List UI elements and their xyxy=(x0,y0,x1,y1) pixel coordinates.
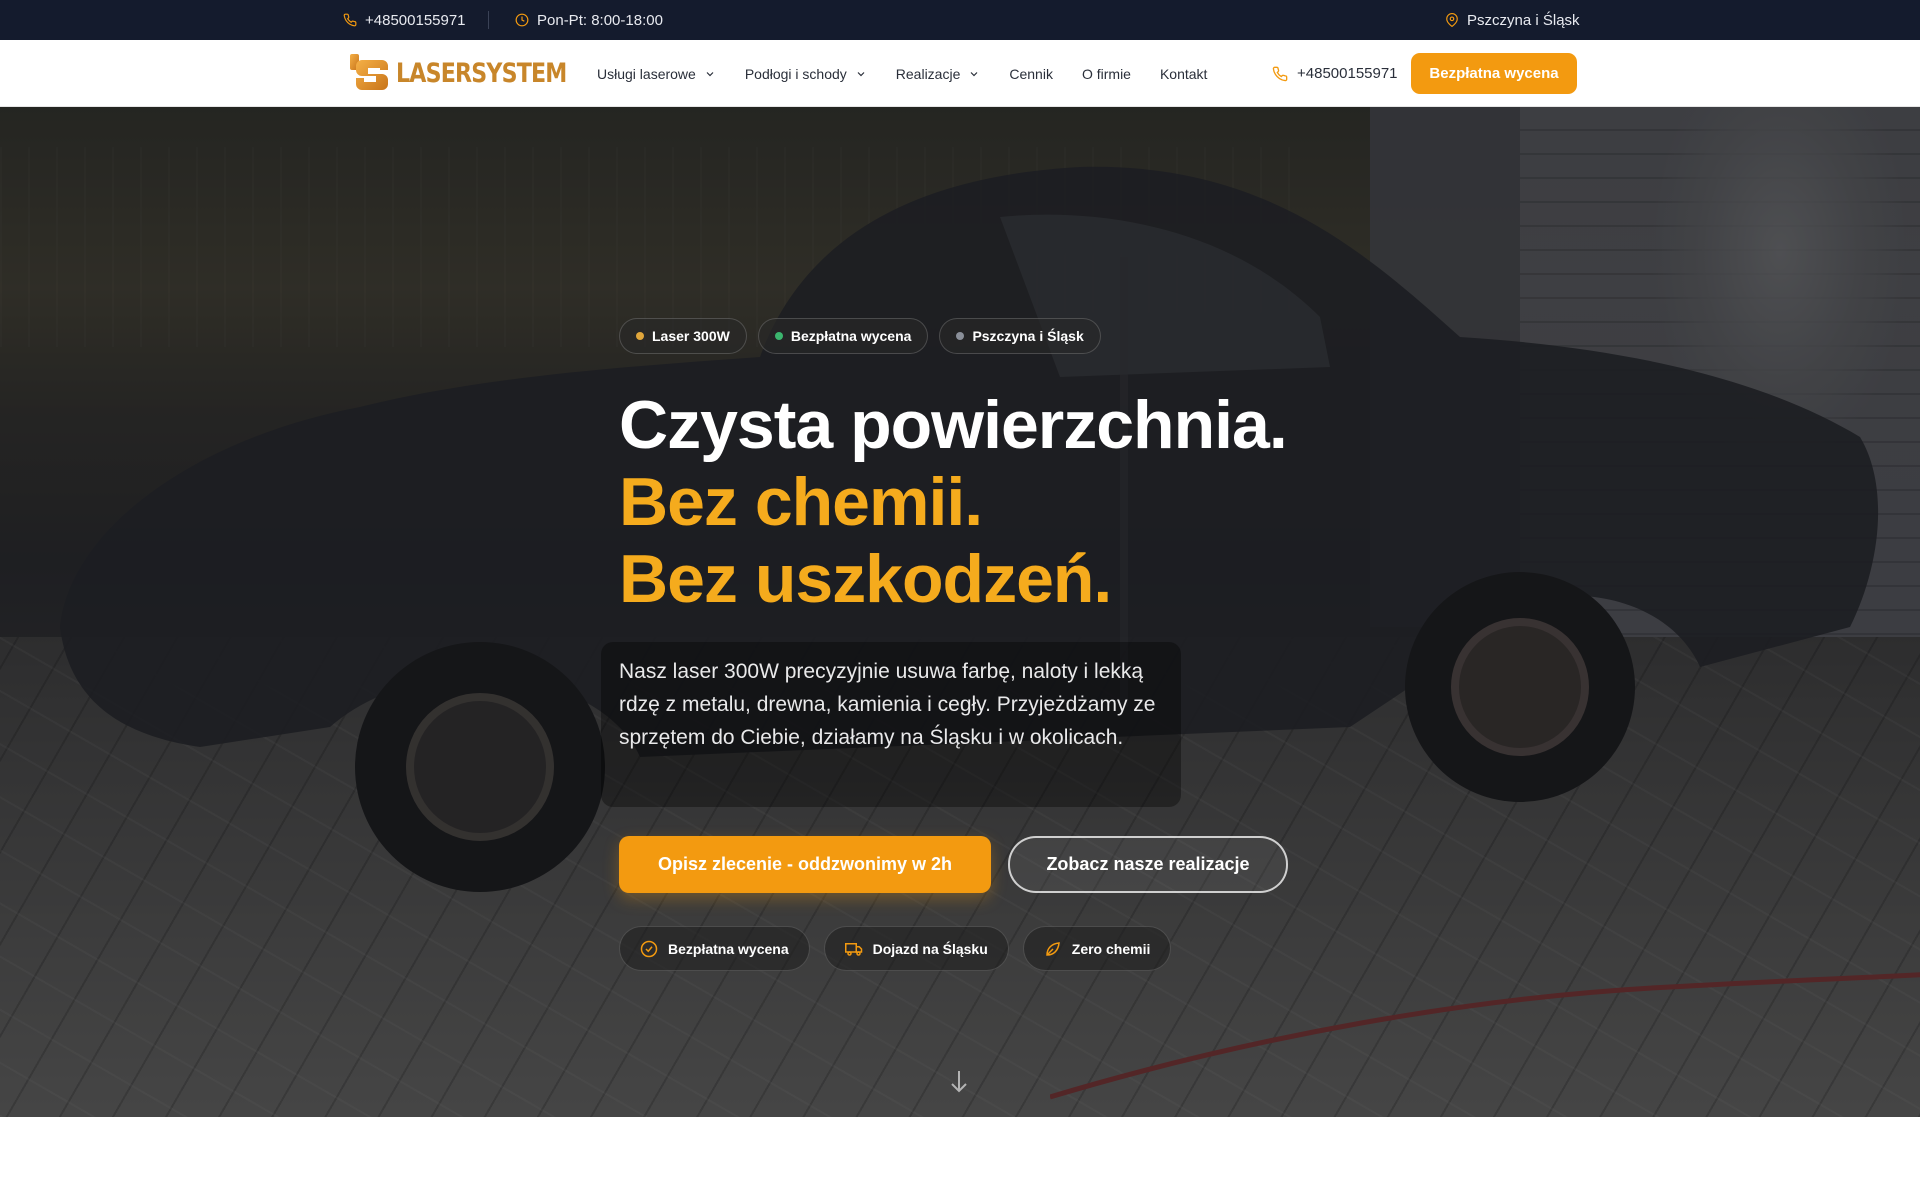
headline-line-1: Czysta powierzchnia. xyxy=(619,387,1288,463)
headline-line-3: Bez uszkodzeń. xyxy=(619,541,1112,617)
leaf-icon xyxy=(1046,941,1060,956)
feature-label: Dojazd na Śląsku xyxy=(872,940,988,957)
clock-icon xyxy=(515,13,529,27)
nav-phone-text: +48500155971 xyxy=(1297,65,1398,82)
hero-section: Laser 300W Bezpłatna wycena Pszczyna i Ś… xyxy=(0,107,1920,1117)
topbar-phone-text: +48500155971 xyxy=(365,11,466,29)
nav-link-uslugi-laserowe[interactable]: Usługi laserowe xyxy=(597,66,716,82)
nav-phone-link[interactable]: +48500155971 xyxy=(1272,40,1398,107)
topbar-hours-text: Pon-Pt: 8:00-18:00 xyxy=(537,11,663,29)
map-pin-icon xyxy=(1446,13,1458,27)
badge-label: Bezpłatna wycena xyxy=(790,328,912,344)
chevron-down-icon xyxy=(857,71,865,76)
feature-label: Zero chemii xyxy=(1071,940,1151,957)
hero-headline: Czysta powierzchnia. Bez chemii. Bez usz… xyxy=(619,387,1439,618)
hero-badges: Laser 300W Bezpłatna wycena Pszczyna i Ś… xyxy=(619,318,1101,354)
nav-link-label: Podłogi i schody xyxy=(744,65,847,82)
badge-label: Pszczyna i Śląsk xyxy=(972,328,1084,344)
badge-dot xyxy=(956,332,965,340)
logo-mark-icon xyxy=(350,54,388,90)
free-quote-button[interactable]: Bezpłatna wycena xyxy=(1411,53,1577,94)
site-logo[interactable]: LASERSYSTEM xyxy=(348,50,604,96)
logo-text: LASERSYSTEM xyxy=(396,57,567,89)
truck-icon xyxy=(844,942,862,956)
nav-links: Usługi laserowe Podłogi i schody Realiza… xyxy=(597,40,1236,107)
nav-link-label: Cennik xyxy=(1009,65,1053,82)
see-projects-button[interactable]: Zobacz nasze realizacje xyxy=(1008,836,1288,893)
headline-line-2: Bez chemii. xyxy=(619,464,983,540)
check-circle-icon xyxy=(640,940,658,957)
badge-laser-300w: Laser 300W xyxy=(619,318,747,354)
scroll-down-arrow-icon[interactable] xyxy=(949,1069,969,1095)
nav-link-label: Usługi laserowe xyxy=(597,65,696,82)
nav-link-cennik[interactable]: Cennik xyxy=(1009,66,1053,82)
badge-dot xyxy=(636,332,644,340)
badge-location: Pszczyna i Śląsk xyxy=(939,318,1101,354)
nav-link-o-firmie[interactable]: O firmie xyxy=(1082,66,1131,82)
hero-features: Bezpłatna wycena Dojazd na Śląsku Zero c… xyxy=(619,926,1172,971)
phone-icon xyxy=(343,13,357,27)
topbar-location: Pszczyna i Śląsk xyxy=(1445,0,1580,40)
chevron-down-icon xyxy=(706,71,714,76)
nav-link-label: Kontakt xyxy=(1159,65,1208,82)
topbar-separator xyxy=(488,11,489,29)
describe-job-button[interactable]: Opisz zlecenie - oddzwonimy w 2h xyxy=(619,836,991,893)
main-navbar: LASERSYSTEM Usługi laserowe Podłogi i sc… xyxy=(0,40,1920,107)
hero-content: Laser 300W Bezpłatna wycena Pszczyna i Ś… xyxy=(601,107,1419,1117)
nav-link-podlogi-i-schody[interactable]: Podłogi i schody xyxy=(745,66,867,82)
nav-link-label: O firmie xyxy=(1081,65,1131,82)
top-info-bar: +48500155971 Pon-Pt: 8:00-18:00 Pszczyna… xyxy=(0,0,1920,40)
nav-link-realizacje[interactable]: Realizacje xyxy=(896,66,981,82)
badge-label: Laser 300W xyxy=(652,328,730,344)
topbar-hours: Pon-Pt: 8:00-18:00 xyxy=(515,0,663,40)
feature-free-quote: Bezpłatna wycena xyxy=(619,926,810,971)
feature-silesia-travel: Dojazd na Śląsku xyxy=(823,926,1009,971)
hero-description: Nasz laser 300W precyzyjnie usuwa farbę,… xyxy=(619,660,1156,749)
badge-free-quote: Bezpłatna wycena xyxy=(757,318,929,354)
nav-link-label: Realizacje xyxy=(895,65,961,82)
phone-icon xyxy=(1272,66,1288,81)
topbar-phone[interactable]: +48500155971 xyxy=(343,0,466,40)
feature-zero-chemicals: Zero chemii xyxy=(1022,926,1172,971)
nav-link-kontakt[interactable]: Kontakt xyxy=(1160,66,1207,82)
topbar-location-text: Pszczyna i Śląsk xyxy=(1467,11,1580,29)
feature-label: Bezpłatna wycena xyxy=(668,940,789,957)
chevron-down-icon xyxy=(970,71,978,76)
badge-dot xyxy=(774,332,783,340)
